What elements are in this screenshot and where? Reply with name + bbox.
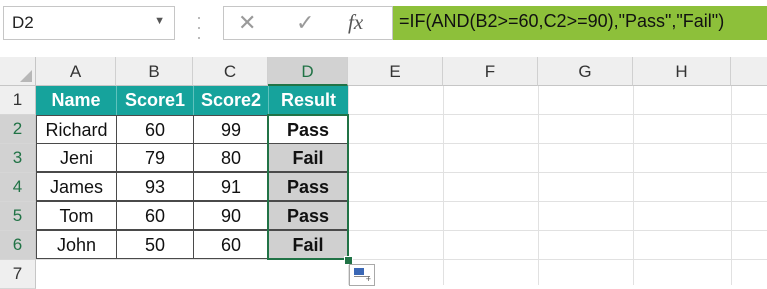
name-box-value: D2 [12,13,34,32]
header-cell-result[interactable]: Result [268,86,348,115]
cell-d2[interactable]: Pass [268,115,348,144]
column-header-h[interactable]: H [633,57,731,86]
column-header-c[interactable]: C [193,57,268,86]
column-header-f[interactable]: F [443,57,538,86]
close-icon[interactable]: ✕ [238,10,256,36]
row-header-4[interactable]: 4 [0,173,36,202]
cell-c2[interactable]: 99 [193,115,269,144]
header-cell-name[interactable]: Name [36,86,116,115]
cell-c6[interactable]: 60 [193,230,269,259]
column-header-e[interactable]: E [348,57,443,86]
column-header-d[interactable]: D [268,57,348,86]
spreadsheet-grid[interactable]: A B C D E F G H 1 2 3 4 5 6 7 Name Score… [0,57,767,289]
column-header-b[interactable]: B [116,57,193,86]
cell-c5[interactable]: 90 [193,201,269,230]
cell-d6[interactable]: Fail [268,230,348,259]
row-header-6[interactable]: 6 [0,231,36,260]
insert-function-button[interactable]: fx [348,10,363,35]
check-icon[interactable]: ✓ [296,10,314,36]
cell-b2[interactable]: 60 [116,115,194,144]
cell-a2[interactable]: Richard [36,115,117,144]
row-header-3[interactable]: 3 [0,144,36,173]
header-cell-score2[interactable]: Score2 [193,86,268,115]
cell-a4[interactable]: James [36,172,117,201]
header-cell-score1[interactable]: Score1 [116,86,193,115]
chevron-down-icon[interactable]: ▼ [154,15,165,27]
cell-b3[interactable]: 79 [116,143,194,172]
cell-b4[interactable]: 93 [116,172,194,201]
formula-text: =IF(AND(B2>=60,C2>=90),"Pass","Fail") [399,11,725,31]
name-box[interactable]: D2 ▼ [3,6,175,40]
cell-d3[interactable]: Fail [268,143,348,172]
row-header-1[interactable]: 1 [0,86,36,115]
cell-a3[interactable]: Jeni [36,143,117,172]
formula-input[interactable]: =IF(AND(B2>=60,C2>=90),"Pass","Fail") [393,6,767,40]
gridline [538,86,539,285]
drag-handle-icon[interactable]: · · · [196,8,202,46]
column-header-g[interactable]: G [538,57,633,86]
column-header-next[interactable] [731,57,767,86]
gridline [443,86,444,285]
cell-b5[interactable]: 60 [116,201,194,230]
column-header-a[interactable]: A [36,57,116,86]
gridline [36,259,767,260]
row-header-2[interactable]: 2 [0,115,36,144]
cell-c3[interactable]: 80 [193,143,269,172]
row-header-5[interactable]: 5 [0,202,36,231]
cell-c4[interactable]: 91 [193,172,269,201]
cell-a6[interactable]: John [36,230,117,259]
cell-a5[interactable]: Tom [36,201,117,230]
cell-d5[interactable]: Pass [268,201,348,230]
cell-b6[interactable]: 50 [116,230,194,259]
gridline [731,86,732,285]
formula-buttons: ✕ ✓ fx [223,6,393,40]
gridline [633,86,634,285]
quick-analysis-icon[interactable]: + [349,264,375,286]
select-all-button[interactable] [0,57,36,86]
cell-d4[interactable]: Pass [268,172,348,201]
formula-bar-area: D2 ▼ · · · ✕ ✓ fx =IF(AND(B2>=60,C2>=90),"… [0,0,767,57]
